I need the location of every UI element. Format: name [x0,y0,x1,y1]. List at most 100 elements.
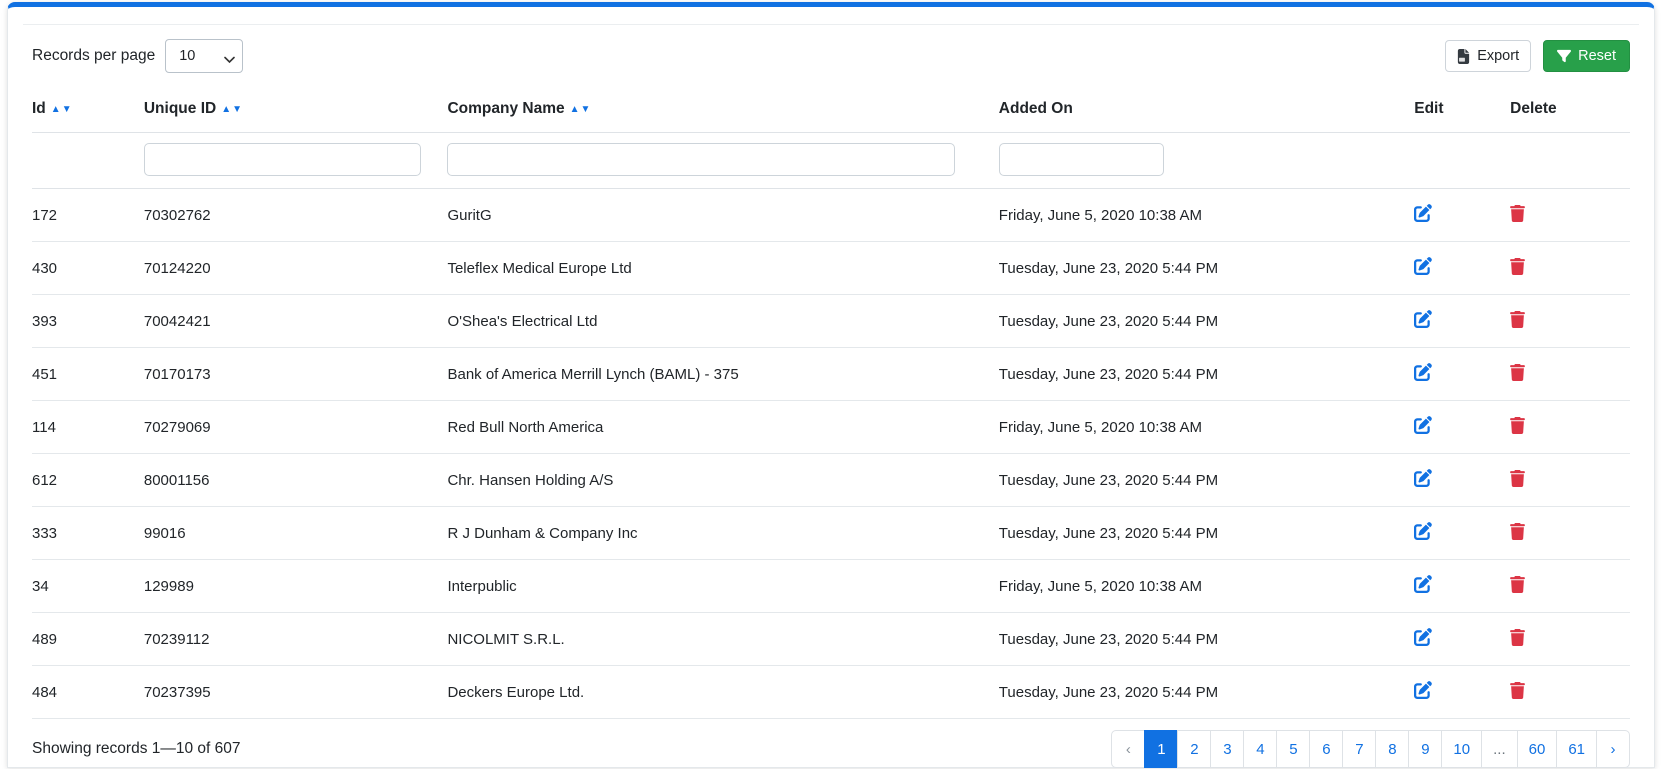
table-row: 489 70239112 NICOLMIT S.R.L. Tuesday, Ju… [32,612,1630,666]
cell-id: 114 [32,400,144,454]
cell-added-on: Tuesday, June 23, 2020 5:44 PM [998,612,1415,666]
sort-icons[interactable]: ▲▼ [221,104,243,115]
page-next-icon[interactable]: › [1596,730,1630,768]
cell-unique-id: 70239112 [143,612,448,666]
page-item[interactable]: 2 [1177,730,1212,768]
pagination: ‹ 1 2 3 4 5 6 7 8 9 10... 60 61 › [1111,730,1630,768]
page-item[interactable]: 5 [1276,730,1311,768]
page-item[interactable]: 6 [1309,730,1344,768]
edit-icon[interactable] [1414,628,1433,646]
delete-icon[interactable] [1510,469,1526,487]
delete-icon[interactable] [1510,681,1526,699]
edit-icon[interactable] [1414,575,1433,593]
reset-button-label: Reset [1578,48,1616,64]
cell-unique-id: 70279069 [143,400,448,454]
cell-added-on: Tuesday, June 23, 2020 5:44 PM [998,665,1415,719]
records-summary: Showing records 1—10 of 607 [32,740,241,757]
cell-id: 489 [32,612,144,666]
cell-added-on: Tuesday, June 23, 2020 5:44 PM [998,294,1415,348]
edit-icon[interactable] [1414,416,1433,434]
cell-company-name: GuritG [447,188,999,242]
cell-unique-id: 70124220 [143,241,448,295]
company-name-filter-input[interactable] [447,143,955,176]
edit-icon[interactable] [1414,257,1433,275]
cell-unique-id: 70237395 [143,665,448,719]
delete-icon[interactable] [1510,363,1526,381]
cell-id: 34 [32,559,144,613]
edit-icon[interactable] [1414,522,1433,540]
table-toolbar: Records per page 10 Export Reset [8,25,1654,88]
page-item[interactable]: 10 [1441,730,1483,768]
cell-id: 172 [32,188,144,242]
cell-company-name: NICOLMIT S.R.L. [447,612,999,666]
page-item[interactable]: 60 [1516,730,1558,768]
table-row: 34 129989 Interpublic Friday, June 5, 20… [32,559,1630,613]
table-header-row: Id ▲▼ Unique ID ▲▼ Company Name ▲▼ Added On… [32,88,1630,133]
cell-added-on: Friday, June 5, 2020 10:38 AM [998,559,1415,613]
reset-button[interactable]: Reset [1543,40,1630,72]
cell-added-on: Friday, June 5, 2020 10:38 AM [998,400,1415,454]
page-item[interactable]: 3 [1210,730,1245,768]
unique-id-filter-input[interactable] [143,143,421,176]
cell-company-name: Chr. Hansen Holding A/S [447,453,999,507]
cell-unique-id: 70042421 [143,294,448,348]
delete-icon[interactable] [1510,575,1526,593]
page-gap: ... [1481,730,1518,768]
cell-unique-id: 129989 [143,559,448,613]
cell-added-on: Tuesday, June 23, 2020 5:44 PM [998,506,1415,560]
edit-icon[interactable] [1414,363,1433,381]
column-header-added-on: Added On [998,88,1415,133]
page-item[interactable]: 9 [1408,730,1443,768]
cell-added-on: Tuesday, June 23, 2020 5:44 PM [998,453,1415,507]
column-header-unique-id[interactable]: Unique ID ▲▼ [143,88,448,133]
delete-icon[interactable] [1510,204,1526,222]
page-item[interactable]: 4 [1243,730,1278,768]
sort-icons[interactable]: ▲▼ [51,104,73,115]
delete-icon[interactable] [1510,310,1526,328]
edit-icon[interactable] [1414,469,1433,487]
table-row: 172 70302762 GuritG Friday, June 5, 2020… [32,188,1630,242]
page-item[interactable]: 61 [1556,730,1597,768]
cell-id: 484 [32,665,144,719]
cell-unique-id: 80001156 [143,453,448,507]
cell-id: 612 [32,453,144,507]
column-header-company-name[interactable]: Company Name ▲▼ [447,88,999,133]
delete-icon[interactable] [1510,522,1526,540]
page-item[interactable]: 8 [1375,730,1410,768]
delete-icon[interactable] [1510,257,1526,275]
records-per-page-select[interactable]: 10 [165,39,244,73]
cell-id: 430 [32,241,144,295]
table-row: 333 99016 R J Dunham & Company Inc Tuesd… [32,506,1630,560]
column-header-id[interactable]: Id ▲▼ [32,88,144,133]
cell-company-name: Deckers Europe Ltd. [447,665,999,719]
cell-company-name: Red Bull North America [447,400,999,454]
page-item-active[interactable]: 1 [1144,730,1179,768]
added-on-filter-input[interactable] [998,143,1164,176]
edit-icon[interactable] [1414,310,1433,328]
filter-row [32,132,1630,189]
table-row: 484 70237395 Deckers Europe Ltd. Tuesday… [32,665,1630,719]
cell-unique-id: 70302762 [143,188,448,242]
edit-icon[interactable] [1414,681,1433,699]
cell-unique-id: 99016 [143,506,448,560]
export-button[interactable]: Export [1445,40,1532,72]
delete-icon[interactable] [1510,628,1526,646]
table-row: 114 70279069 Red Bull North America Frid… [32,400,1630,454]
cell-id: 393 [32,294,144,348]
delete-icon[interactable] [1510,416,1526,434]
records-card: Records per page 10 Export Reset Id ▲▼ U… [7,2,1655,768]
table-row: 612 80001156 Chr. Hansen Holding A/S Tue… [32,453,1630,507]
cell-company-name: R J Dunham & Company Inc [447,506,999,560]
page-prev-icon[interactable]: ‹ [1111,730,1146,768]
cell-id: 333 [32,506,144,560]
page-item[interactable]: 7 [1342,730,1377,768]
cell-company-name: O'Shea's Electrical Ltd [447,294,999,348]
edit-icon[interactable] [1414,204,1433,222]
export-button-label: Export [1477,48,1520,64]
cell-company-name: Interpublic [447,559,999,613]
records-per-page-label: Records per page [32,47,156,64]
table-row: 430 70124220 Teleflex Medical Europe Ltd… [32,241,1630,295]
file-export-icon [1457,48,1470,64]
cell-added-on: Tuesday, June 23, 2020 5:44 PM [998,241,1415,295]
sort-icons[interactable]: ▲▼ [570,104,592,115]
